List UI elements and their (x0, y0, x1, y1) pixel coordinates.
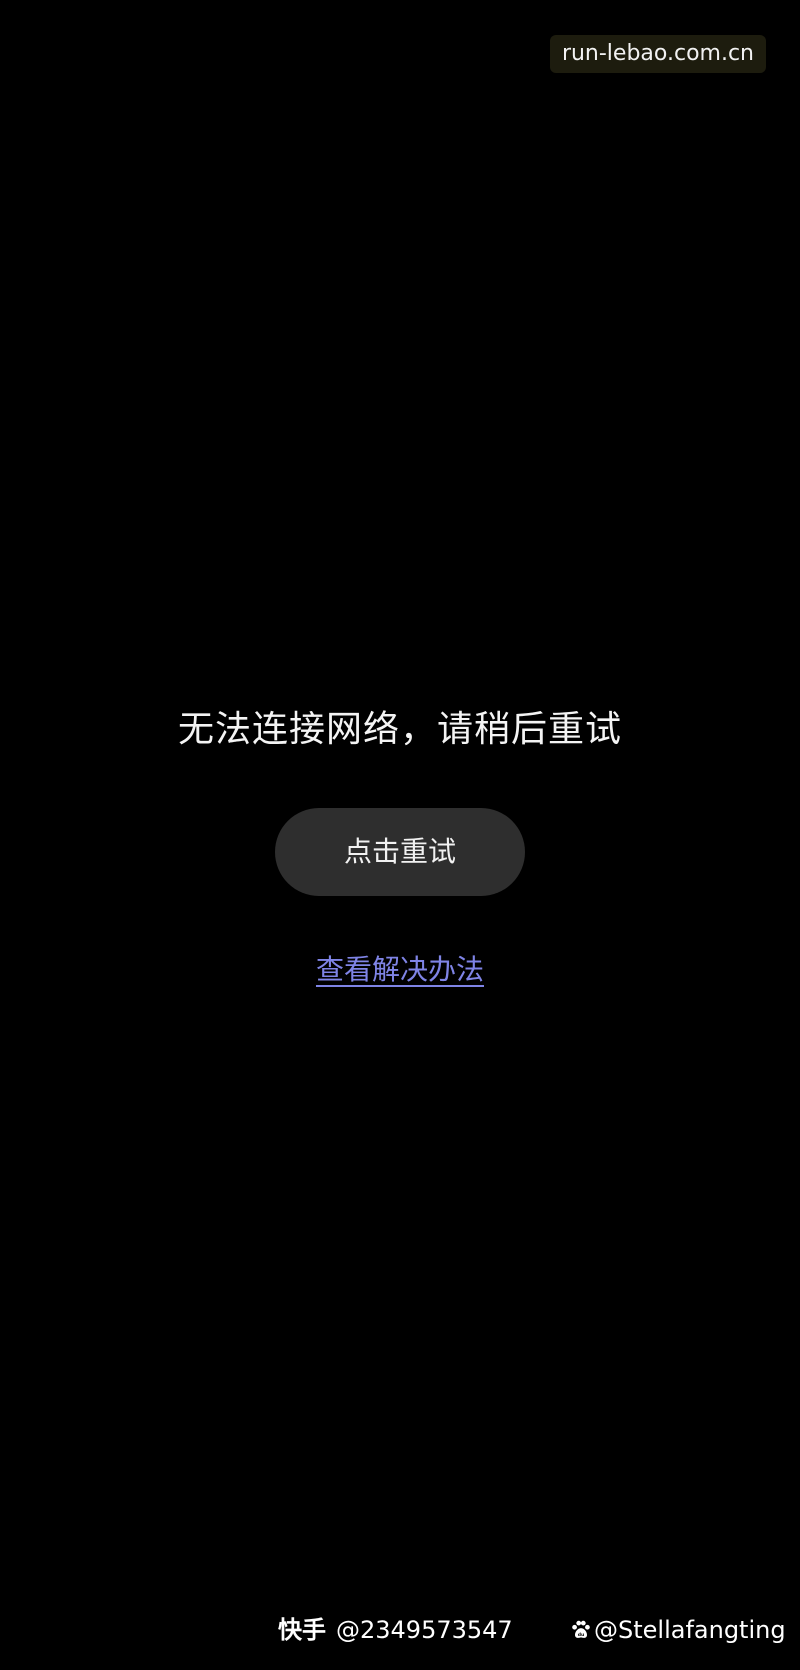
retry-button[interactable]: 点击重试 (275, 808, 525, 896)
kuaishou-watermark: 快手 @2349573547 (278, 1608, 513, 1652)
baidu-handle: @Stellafangting (594, 1616, 786, 1644)
url-badge: run-lebao.com.cn (549, 35, 766, 73)
svg-text:du: du (578, 1632, 585, 1638)
help-link-container: 查看解决办法 (0, 950, 800, 990)
paw-icon: du (572, 1620, 590, 1638)
view-solution-link[interactable]: 查看解决办法 (316, 953, 484, 986)
kuaishou-brand: 快手 (278, 1616, 326, 1644)
baidu-watermark: du @Stellafangting (570, 1608, 786, 1652)
kuaishou-id: @2349573547 (336, 1616, 513, 1644)
error-message: 无法连接网络，请稍后重试 (177, 709, 622, 750)
watermark-bar: 快手 @2349573547 du @Stellafangting (0, 1608, 800, 1652)
